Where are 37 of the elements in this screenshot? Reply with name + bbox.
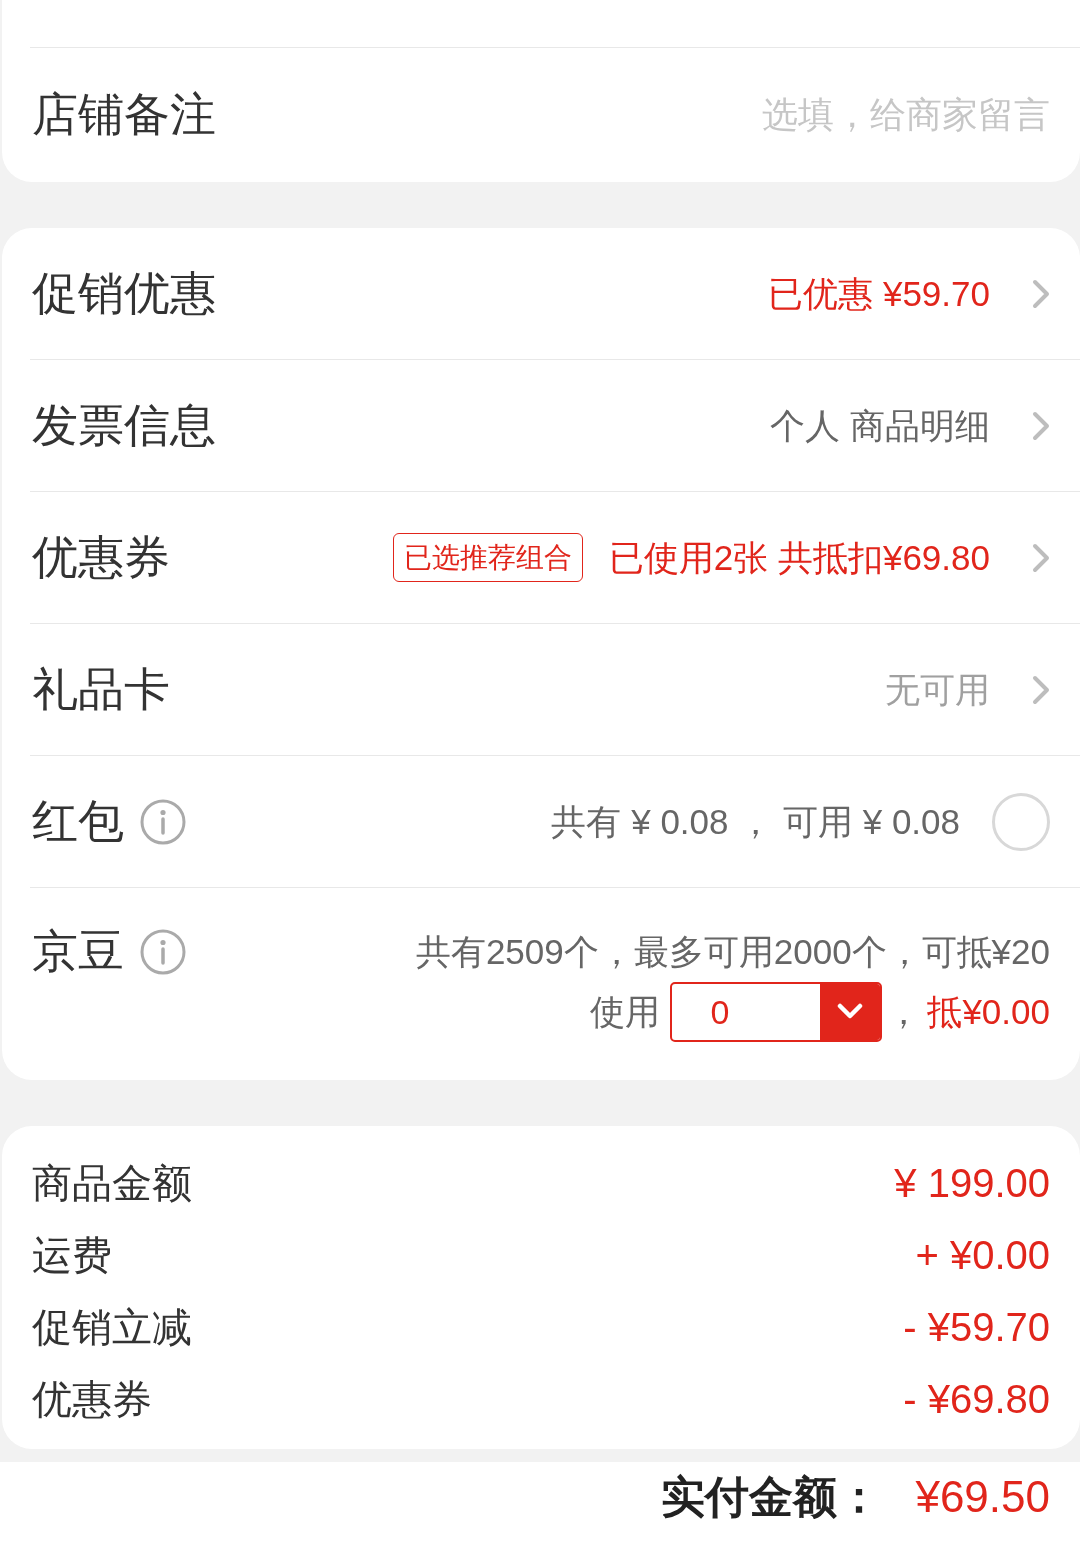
- amount-select[interactable]: 0: [670, 982, 883, 1042]
- summary-value: - ¥69.80: [903, 1376, 1050, 1422]
- option-value: 个人 商品明细: [770, 404, 990, 447]
- option-value: 已使用2张 共抵扣¥69.80: [608, 536, 990, 579]
- summary-value: + ¥0.00: [915, 1232, 1050, 1278]
- deduction-value: 抵¥0.00: [927, 991, 1050, 1034]
- option-label: 优惠券: [32, 529, 170, 585]
- summary-label: 运费: [32, 1231, 112, 1279]
- chevron-down-icon[interactable]: [820, 984, 881, 1040]
- selection-tag: 已选推荐组合: [392, 532, 583, 583]
- option-label: 礼品卡: [32, 661, 170, 717]
- separator-text: ，: [886, 991, 922, 1034]
- summary-label: 促销立减: [32, 1303, 192, 1351]
- chevron-right-icon[interactable]: [1032, 410, 1050, 441]
- option-label: 发票信息: [32, 397, 216, 453]
- option-label: 红包: [32, 793, 124, 849]
- option-value: 共有 ¥ 0.08 ， 可用 ¥ 0.08: [551, 800, 960, 843]
- remark-input[interactable]: 选填，给商家留言: [246, 86, 1050, 144]
- info-icon[interactable]: [140, 798, 186, 845]
- option-label: 促销优惠: [32, 265, 216, 321]
- summary-label: 优惠券: [32, 1375, 152, 1423]
- remark-label: 店铺备注: [32, 87, 216, 143]
- info-icon[interactable]: [140, 929, 186, 975]
- option-value: 已优惠 ¥59.70: [768, 272, 990, 315]
- radio-button[interactable]: [992, 792, 1050, 851]
- chevron-right-icon[interactable]: [1032, 278, 1050, 309]
- option-value: 共有2509个，最多可用2000个，可抵¥20: [415, 931, 1050, 974]
- use-label: 使用: [590, 991, 661, 1034]
- chevron-right-icon[interactable]: [1032, 674, 1050, 705]
- summary-value: ¥ 199.00: [894, 1160, 1050, 1206]
- total-label: 实付金额：: [661, 1471, 882, 1523]
- summary-value: - ¥59.70: [903, 1304, 1050, 1350]
- total-amount: ¥69.50: [915, 1471, 1050, 1523]
- summary-label: 商品金额: [32, 1159, 192, 1207]
- option-value: 无可用: [885, 668, 990, 711]
- chevron-right-icon[interactable]: [1032, 542, 1050, 573]
- option-label: 京豆: [32, 924, 124, 980]
